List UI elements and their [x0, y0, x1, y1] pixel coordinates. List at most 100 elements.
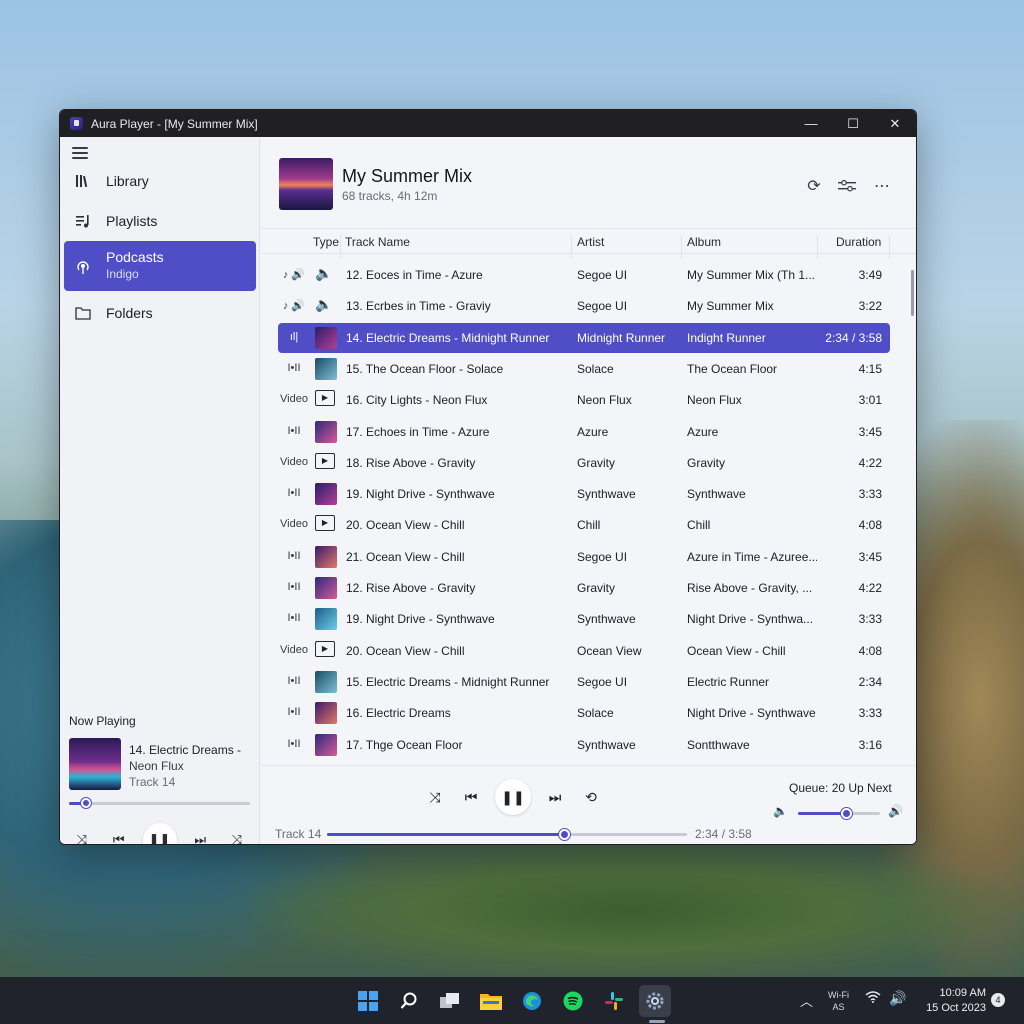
column-track-name[interactable]: Track Name	[345, 235, 410, 249]
track-artist: Neon Flux	[577, 393, 632, 408]
track-duration: 4:15	[858, 361, 882, 376]
track-duration: 4:08	[858, 643, 882, 658]
now-playing-album-art[interactable]	[69, 738, 121, 790]
sidebar-item-library[interactable]: Library	[64, 162, 256, 200]
show-hidden-icons-chevron-icon[interactable]: ︿	[800, 991, 813, 1010]
track-name: 20. Ocean View - Chill	[346, 643, 465, 658]
edge-browser-icon[interactable]	[516, 985, 548, 1017]
next-icon[interactable]: ⏭	[187, 827, 213, 844]
sidebar-item-playlists[interactable]: Playlists	[64, 202, 256, 240]
track-type: I•II	[287, 487, 301, 500]
next-icon[interactable]: ⏭	[543, 785, 567, 809]
table-row[interactable]: I•II 21. Ocean View - Chill Segoe UI Azure …	[278, 542, 890, 572]
table-row[interactable]: I•II 19. Night Drive - Synthwave Synthwave…	[278, 479, 890, 509]
track-name: 15. Electric Dreams - Midnight Runner	[346, 674, 550, 689]
hamburger-menu-icon[interactable]	[72, 147, 88, 159]
shuffle-icon[interactable]: ⤨	[69, 827, 95, 844]
shuffle-icon[interactable]: ⤨	[423, 785, 447, 809]
notification-badge[interactable]: 4	[991, 993, 1005, 1007]
sidebar-item-label: Library	[106, 173, 149, 189]
track-duration: 3:22	[858, 299, 882, 314]
track-type: I•II	[287, 674, 301, 687]
table-row[interactable]: ♪ 🔊 🔈 12. Eoces in Time - Azure Segoe UI My …	[278, 260, 890, 290]
table-row[interactable]: I•II 17. Thge Ocean Floor Synthwave Sontthw…	[278, 730, 890, 760]
now-playing-artist: Neon Flux	[129, 759, 184, 773]
table-row[interactable]: I•II 16. Electric Dreams Solace Night Drive…	[278, 698, 890, 728]
search-icon[interactable]	[393, 985, 425, 1017]
track-name: 16. City Lights - Neon Flux	[346, 393, 488, 408]
sidebar-item-folders[interactable]: Folders	[64, 294, 256, 332]
track-list-scrollbar[interactable]	[911, 270, 914, 316]
table-row[interactable]: ♪ 🔊 🔈 13. Ecrbes in Time - Graviy Segoe UI M…	[278, 291, 890, 321]
settings-gear-icon[interactable]	[639, 985, 671, 1017]
table-row[interactable]: I•II 15. The Ocean Floor - Solace Solace Th…	[278, 354, 890, 384]
track-album: Ocean View - Chill	[687, 643, 786, 658]
minimize-button[interactable]: —	[790, 110, 832, 137]
table-row[interactable]: Video ▶ 16. City Lights - Neon Flux Neon Fl…	[278, 385, 890, 415]
previous-icon[interactable]: ⏮	[106, 827, 132, 844]
pause-button[interactable]: ❚❚	[142, 823, 177, 844]
podcast-icon	[74, 258, 92, 276]
maximize-button[interactable]: ☐	[832, 110, 874, 137]
equalizer-icon[interactable]	[836, 175, 858, 197]
seek-bar-knob[interactable]	[559, 829, 570, 840]
table-row[interactable]: I•II 12. Rise Above - Gravity Gravity Rise …	[278, 573, 890, 603]
taskbar-clock[interactable]: 10:09 AM 15 Oct 2023	[918, 986, 986, 1016]
volume-knob[interactable]	[841, 808, 852, 819]
column-artist[interactable]: Artist	[577, 235, 604, 249]
wifi-icon[interactable]	[865, 990, 881, 1006]
now-playing-progress[interactable]	[69, 798, 250, 808]
track-duration: 4:22	[858, 455, 882, 470]
video-play-icon: ▶	[315, 640, 337, 662]
track-album: My Summer Mix	[687, 299, 774, 314]
video-play-icon: ▶	[315, 452, 337, 474]
table-row[interactable]: ıl| 14. Electric Dreams - Midnight Runner…	[278, 322, 890, 353]
column-duration[interactable]: Duration	[836, 235, 881, 249]
volume-low-icon[interactable]: 🔈	[773, 804, 788, 818]
now-playing-progress-knob[interactable]	[81, 798, 91, 808]
track-album: Sontthwave	[687, 737, 750, 752]
windows-start-icon[interactable]	[352, 985, 384, 1017]
more-options-icon[interactable]: ⋯	[871, 175, 893, 197]
track-type: I•II	[287, 424, 301, 437]
volume-slider[interactable]	[798, 808, 880, 819]
slack-icon[interactable]	[598, 985, 630, 1017]
file-explorer-icon[interactable]	[475, 985, 507, 1017]
track-type: ♪ 🔊	[282, 300, 306, 313]
title-bar[interactable]: Aura Player - [My Summer Mix] — ☐ ✕	[60, 110, 916, 137]
clock-date: 15 Oct 2023	[926, 1002, 986, 1014]
track-thumbnail: 🔈	[315, 265, 333, 281]
column-type[interactable]: Type	[313, 235, 339, 249]
refresh-icon[interactable]: ⟳	[803, 175, 825, 197]
pause-button[interactable]: ❚❚	[495, 779, 531, 815]
table-row[interactable]: I•II 17. Echoes in Time - Azure Azure Azure…	[278, 417, 890, 447]
track-thumbnail	[315, 357, 337, 380]
track-album: Indight Runner	[687, 330, 766, 345]
volume-high-icon[interactable]: 🔊	[888, 804, 903, 818]
track-album: Night Drive - Synthwa...	[687, 612, 814, 627]
sidebar-item-podcasts[interactable]: Podcasts Indigo	[64, 241, 256, 291]
track-type: Video	[280, 393, 308, 406]
app-logo-icon	[70, 117, 83, 130]
mini-player-controls: ⤨ ⏮ ❚❚ ⏭ ⤨	[69, 823, 250, 844]
seek-bar[interactable]	[327, 829, 687, 840]
table-row[interactable]: Video ▶ 20. Ocean View - Chill Ocean View Oc…	[278, 636, 890, 666]
close-button[interactable]: ✕	[874, 110, 916, 137]
track-album: My Summer Mix (Th 1...	[687, 268, 816, 282]
track-artist: Segoe UI	[577, 299, 628, 314]
repeat-icon[interactable]: ⟲	[579, 785, 603, 809]
queue-status[interactable]: Queue: 20 Up Next	[789, 781, 892, 795]
playback-time: 2:34 / 3:58	[695, 827, 752, 841]
table-row[interactable]: I•II 15. Electric Dreams - Midnight Runne…	[278, 667, 890, 697]
spotify-icon[interactable]	[557, 985, 589, 1017]
table-row[interactable]: Video ▶ 18. Rise Above - Gravity Gravity Gra…	[278, 448, 890, 478]
volume-tray-icon[interactable]: 🔊	[889, 990, 906, 1007]
task-view-icon[interactable]	[434, 985, 466, 1017]
table-row[interactable]: Video ▶ 20. Ocean View - Chill Chill Chill 4:…	[278, 510, 890, 540]
shuffle-icon[interactable]: ⤨	[224, 827, 250, 844]
wifi-label: Wi-Fi AS	[828, 990, 849, 1012]
video-play-icon: ▶	[315, 514, 337, 536]
previous-icon[interactable]: ⏮	[459, 785, 483, 809]
column-album[interactable]: Album	[687, 235, 721, 249]
table-row[interactable]: I•II 19. Night Drive - Synthwave Synthwave…	[278, 604, 890, 634]
